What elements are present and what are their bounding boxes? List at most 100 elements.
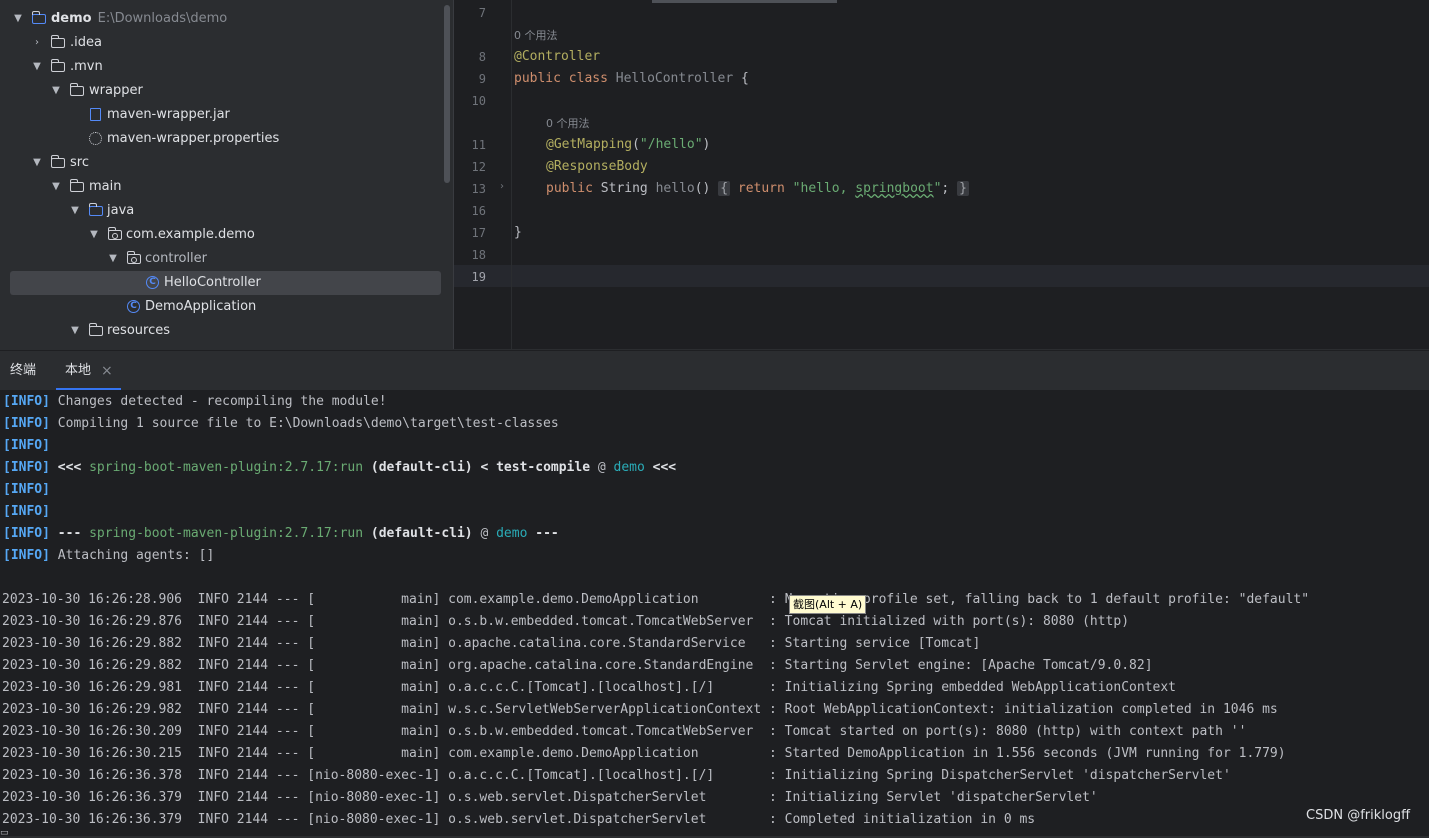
terminal-text: @ — [590, 460, 614, 475]
line-number: 8 — [478, 50, 486, 64]
info-tag: [INFO] — [3, 504, 50, 519]
code-line-9: public class HelloController { — [514, 68, 749, 90]
line-number: 13 — [471, 182, 486, 196]
tree-item-path: E:\Downloads\demo — [97, 11, 228, 26]
tree-item-label: wrapper — [89, 83, 143, 98]
code-token: "/hello" — [639, 137, 703, 152]
folder-icon — [51, 155, 65, 168]
chevron-down-icon[interactable]: ▼ — [68, 319, 82, 343]
log-line: 2023-10-30 16:26:29.876 INFO 2144 --- [ … — [2, 614, 1130, 629]
chevron-down-icon[interactable]: ▼ — [30, 151, 44, 175]
terminal-line: [INFO] — [3, 479, 50, 501]
terminal-text: Attaching agents: [] — [49, 548, 215, 563]
log-line: 2023-10-30 16:26:29.882 INFO 2144 --- [ … — [2, 636, 981, 651]
terminal-text: <<< — [644, 460, 677, 475]
chevron-right-icon[interactable]: › — [30, 31, 44, 55]
line-number: 19 — [471, 270, 486, 284]
tree-item-label: main — [89, 179, 122, 194]
terminal-text: Compiling 1 source file to E:\Downloads\… — [49, 416, 559, 431]
log-line: 2023-10-30 16:26:30.209 INFO 2144 --- [ … — [2, 724, 1247, 739]
code-editor[interactable]: 7 0 个用法 8 @Controller 9 public class Hel… — [453, 0, 1429, 349]
package-icon — [108, 227, 122, 240]
line-number: 10 — [471, 94, 486, 108]
code-token: return — [737, 181, 785, 196]
tree-item-hellocontroller[interactable]: C HelloController — [10, 271, 441, 295]
line-number: 9 — [478, 72, 486, 86]
tree-item-label: HelloController — [164, 275, 261, 290]
editor-scroll-marker — [652, 0, 837, 3]
terminal-text: < — [472, 460, 497, 475]
tree-item-label: controller — [145, 251, 208, 266]
plugin-name: spring-boot-maven-plugin:2.7.17:run — [89, 526, 364, 541]
folder-icon — [51, 35, 65, 48]
info-tag: [INFO] — [3, 548, 50, 563]
chevron-down-icon[interactable]: ▼ — [106, 247, 120, 271]
code-token: { — [733, 71, 749, 86]
chevron-down-icon[interactable]: ▼ — [49, 175, 63, 199]
usage-hint[interactable]: 0 个用法 — [514, 27, 558, 45]
code-token: @GetMapping — [546, 137, 633, 152]
terminal-line: [INFO] <<< spring-boot-maven-plugin:2.7.… — [3, 457, 676, 479]
code-token: () — [694, 181, 711, 196]
log-line: 2023-10-30 16:26:36.378 INFO 2144 --- [n… — [2, 768, 1231, 783]
gear-icon — [89, 132, 102, 145]
tree-scrollbar[interactable] — [444, 5, 450, 183]
code-token: hello — [655, 181, 695, 196]
code-token: String — [592, 181, 656, 196]
code-token: public — [514, 71, 561, 86]
tab-local[interactable]: 本地 — [65, 351, 91, 391]
folder-icon — [70, 179, 84, 192]
chevron-down-icon[interactable]: ▼ — [30, 55, 44, 79]
chevron-down-icon[interactable]: ▼ — [11, 7, 25, 31]
terminal-line: [INFO] --- spring-boot-maven-plugin:2.7.… — [3, 523, 559, 545]
tree-item-label: java — [107, 203, 135, 218]
terminal-text: (default-cli) — [363, 526, 473, 541]
line-number: 16 — [471, 204, 486, 218]
chevron-down-icon[interactable]: ▼ — [68, 199, 82, 223]
watermark: CSDN @friklogff — [1306, 808, 1411, 823]
line-number: 17 — [471, 226, 486, 240]
gutter-divider — [511, 0, 512, 349]
terminal-text: <<< — [49, 460, 90, 475]
code-token: ( — [632, 137, 640, 152]
info-tag: [INFO] — [3, 460, 50, 475]
fold-chevron-icon[interactable]: › — [500, 181, 504, 192]
terminal-line: [INFO] — [3, 435, 50, 457]
code-token: class — [568, 71, 608, 86]
code-token: HelloController — [615, 71, 734, 86]
tree-item-label: maven-wrapper.jar — [107, 107, 230, 122]
line-number: 11 — [471, 138, 486, 152]
chevron-down-icon[interactable]: ▼ — [87, 223, 101, 247]
code-token: springboot — [855, 181, 934, 196]
code-token: ) — [702, 137, 711, 152]
log-line: 2023-10-30 16:26:29.982 INFO 2144 --- [ … — [2, 702, 1278, 717]
plugin-name: spring-boot-maven-plugin:2.7.17:run — [89, 460, 364, 475]
project-tree: ▼ demo E:\Downloads\demo › .idea ▼ .mvn ▼… — [0, 0, 453, 349]
module-folder-icon — [32, 11, 46, 24]
code-line-13: public String hello() { return "hello, s… — [546, 178, 969, 200]
log-line: 2023-10-30 16:26:29.981 INFO 2144 --- [ … — [2, 680, 1176, 695]
info-tag: [INFO] — [3, 394, 50, 409]
jar-icon — [90, 108, 101, 121]
tree-item-label: .mvn — [70, 59, 103, 74]
line-number: 18 — [471, 248, 486, 262]
terminal-line: [INFO] — [3, 501, 50, 523]
info-tag: [INFO] — [3, 416, 50, 431]
folded-region-open[interactable]: { — [718, 181, 731, 196]
terminal-text: --- — [49, 526, 90, 541]
line-number: 7 — [478, 6, 486, 20]
tree-item-label: src — [70, 155, 89, 170]
chevron-down-icon[interactable]: ▼ — [49, 79, 63, 103]
folded-region-close[interactable]: } — [957, 181, 969, 196]
terminal-output[interactable]: [INFO] Changes detected - recompiling th… — [0, 390, 1429, 836]
cursor-marker-icon: ▭ — [0, 828, 9, 838]
close-icon[interactable]: × — [101, 351, 113, 391]
code-line-8: @Controller — [514, 46, 600, 68]
terminal-line: [INFO] Attaching agents: [] — [3, 545, 214, 567]
terminal-title[interactable]: 终端 — [10, 351, 36, 391]
code-token: "hello, — [792, 181, 856, 196]
usage-hint[interactable]: 0 个用法 — [546, 115, 590, 133]
screenshot-tooltip: 截图(Alt + A) — [789, 595, 867, 614]
line-number: 12 — [471, 160, 486, 174]
code-token: @ResponseBody — [546, 159, 648, 174]
